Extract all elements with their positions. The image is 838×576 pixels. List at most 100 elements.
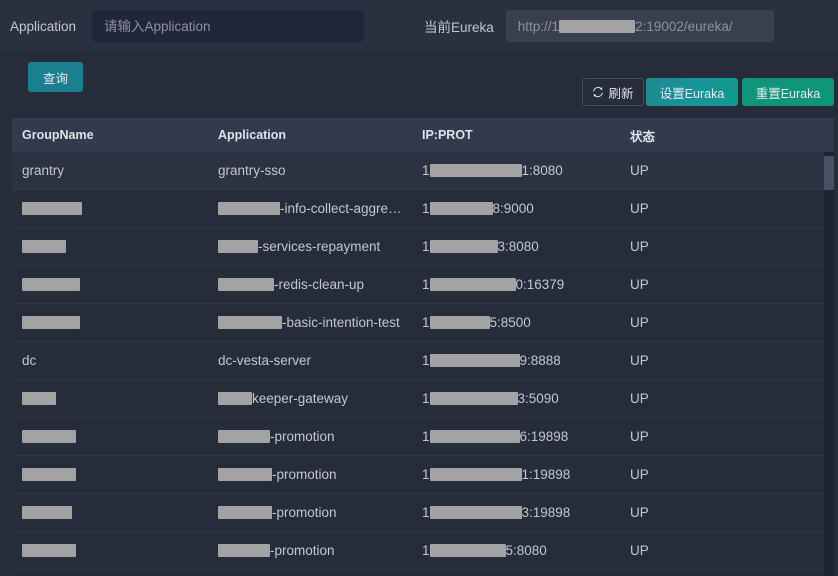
table-scrollbar-track[interactable] bbox=[824, 152, 834, 576]
cell-ipport-text: 1 bbox=[422, 163, 430, 178]
cell-groupname bbox=[12, 202, 218, 215]
cell-application: -promotion bbox=[218, 543, 422, 558]
application-label: Application bbox=[10, 19, 90, 34]
cell-status: UP bbox=[630, 467, 820, 482]
redaction-block bbox=[218, 240, 258, 253]
cell-status: UP bbox=[630, 239, 820, 254]
refresh-button-label: 刷新 bbox=[608, 83, 633, 102]
table-row[interactable]: -promotion16:19898UP bbox=[12, 418, 834, 456]
cell-groupname bbox=[12, 316, 218, 329]
cell-groupname: grantry bbox=[12, 163, 218, 178]
redaction-block bbox=[22, 240, 66, 253]
cell-status: UP bbox=[630, 391, 820, 406]
cell-status: UP bbox=[630, 201, 820, 216]
cell-application: -promotion bbox=[218, 429, 422, 444]
column-header-ipport[interactable]: IP:PROT bbox=[422, 128, 630, 142]
cell-ipport-text: 1 bbox=[422, 239, 430, 254]
cell-ipport: 1 0:16379 bbox=[422, 277, 630, 292]
refresh-button[interactable]: 刷新 bbox=[582, 78, 644, 106]
table-row[interactable]: -promotion15:8080UP bbox=[12, 532, 834, 570]
column-header-groupname[interactable]: GroupName bbox=[12, 128, 218, 142]
redaction-block bbox=[22, 316, 80, 329]
application-input[interactable] bbox=[92, 10, 364, 42]
redaction-block bbox=[430, 468, 522, 481]
cell-ipport-text: 1 bbox=[422, 201, 430, 216]
table-row[interactable]: -services-repayment1 3:8080 UP bbox=[12, 228, 834, 266]
cell-ipport-text-suffix: 1:19898 bbox=[522, 467, 571, 482]
redaction-block bbox=[218, 506, 272, 519]
table-row[interactable]: -promotion11:19898UP bbox=[12, 456, 834, 494]
cell-application: -promotion bbox=[218, 505, 422, 520]
cell-application: -services-repayment bbox=[218, 239, 422, 254]
cell-application-text-suffix: -basic-intention-test bbox=[282, 315, 400, 330]
cell-groupname: dc bbox=[12, 353, 218, 368]
action-bar: 查询 刷新 设置Euraka 重置Euraka bbox=[0, 52, 838, 118]
table-header-row: GroupName Application IP:PROT 状态 bbox=[12, 118, 834, 152]
cell-application-text-suffix: -promotion bbox=[270, 429, 335, 444]
refresh-icon bbox=[592, 86, 604, 98]
table-row[interactable]: dcdc-vesta-server19:8888UP bbox=[12, 342, 834, 380]
cell-status: UP bbox=[630, 277, 820, 292]
cell-ipport-text: 1 bbox=[422, 277, 430, 292]
cell-ipport-text-suffix: 6:19898 bbox=[520, 429, 569, 444]
cell-ipport: 11:19898 bbox=[422, 467, 630, 482]
table-row[interactable]: -redis-clean-up10:16379UP bbox=[12, 266, 834, 304]
cell-application: grantry-sso bbox=[218, 163, 422, 178]
cell-ipport-text-suffix: 5:8500 bbox=[490, 315, 531, 330]
redaction-block bbox=[218, 202, 280, 215]
table-row[interactable]: -promotion13:19898UP bbox=[12, 494, 834, 532]
cell-groupname bbox=[12, 278, 218, 291]
table-row[interactable]: keeper-gateway13:5090UP bbox=[12, 380, 834, 418]
cell-ipport: 1 1:8080 bbox=[422, 163, 630, 178]
cell-ipport-text: 1 bbox=[422, 391, 430, 406]
redaction-block bbox=[430, 202, 493, 215]
cell-ipport-text-suffix: 8:9000 bbox=[493, 201, 534, 216]
column-header-status[interactable]: 状态 bbox=[630, 126, 820, 145]
cell-ipport-text-suffix: 1:8080 bbox=[522, 163, 563, 178]
current-eureka-input[interactable]: http://1 2:19002/eureka/ bbox=[506, 10, 774, 42]
cell-status: UP bbox=[630, 163, 820, 178]
redaction-block bbox=[218, 430, 270, 443]
cell-application: dc-vesta-server bbox=[218, 353, 422, 368]
table-row[interactable]: -info-collect-aggre… 1 8:9000 UP bbox=[12, 190, 834, 228]
cell-ipport: 19:8888 bbox=[422, 353, 630, 368]
table-row[interactable]: grantrygrantry-sso1 1:8080 UP bbox=[12, 152, 834, 190]
redaction-block bbox=[218, 392, 252, 405]
query-button[interactable]: 查询 bbox=[28, 62, 83, 92]
cell-ipport: 16:19898 bbox=[422, 429, 630, 444]
table-row[interactable]: -basic-intention-test 15:8500UP bbox=[12, 304, 834, 342]
cell-ipport: 1 3:5090 bbox=[422, 391, 630, 406]
redaction-block bbox=[430, 164, 522, 177]
eureka-url-prefix: http://1 bbox=[518, 19, 559, 34]
cell-ipport: 15:8500 bbox=[422, 315, 630, 330]
redaction-block bbox=[218, 468, 272, 481]
cell-application-text-suffix: -promotion bbox=[272, 505, 337, 520]
cell-ipport: 1 5:8080 bbox=[422, 543, 630, 558]
service-table: GroupName Application IP:PROT 状态 grantry… bbox=[12, 118, 834, 576]
redaction-block bbox=[430, 354, 520, 367]
cell-status: UP bbox=[630, 315, 820, 330]
cell-ipport-text-suffix: 3:5090 bbox=[518, 391, 559, 406]
cell-application: -promotion bbox=[218, 467, 422, 482]
table-scrollbar-thumb[interactable] bbox=[824, 156, 834, 190]
set-eureka-button[interactable]: 设置Euraka bbox=[646, 78, 738, 106]
redaction-block bbox=[430, 240, 498, 253]
cell-ipport: 1 3:8080 bbox=[422, 239, 630, 254]
cell-application-text-suffix: -info-collect-aggre… bbox=[280, 201, 402, 216]
current-eureka-label: 当前Eureka bbox=[424, 16, 494, 36]
reset-eureka-button[interactable]: 重置Euraka bbox=[742, 78, 834, 106]
eureka-service-page: Application 当前Eureka http://1 2:19002/eu… bbox=[0, 0, 838, 576]
redaction-block bbox=[22, 278, 80, 291]
redaction-block bbox=[22, 430, 76, 443]
cell-ipport-text: 1 bbox=[422, 543, 430, 558]
cell-ipport-text: 1 bbox=[422, 505, 430, 520]
cell-ipport-text-suffix: 0:16379 bbox=[516, 277, 565, 292]
cell-ipport-text-suffix: 9:8888 bbox=[520, 353, 561, 368]
cell-groupname-text: dc bbox=[22, 353, 36, 368]
cell-ipport-text-suffix: 5:8080 bbox=[506, 543, 547, 558]
cell-groupname bbox=[12, 468, 218, 481]
cell-ipport-text-suffix: 3:8080 bbox=[498, 239, 539, 254]
cell-application-text-suffix: -promotion bbox=[270, 543, 335, 558]
cell-groupname bbox=[12, 392, 218, 405]
column-header-application[interactable]: Application bbox=[218, 128, 422, 142]
